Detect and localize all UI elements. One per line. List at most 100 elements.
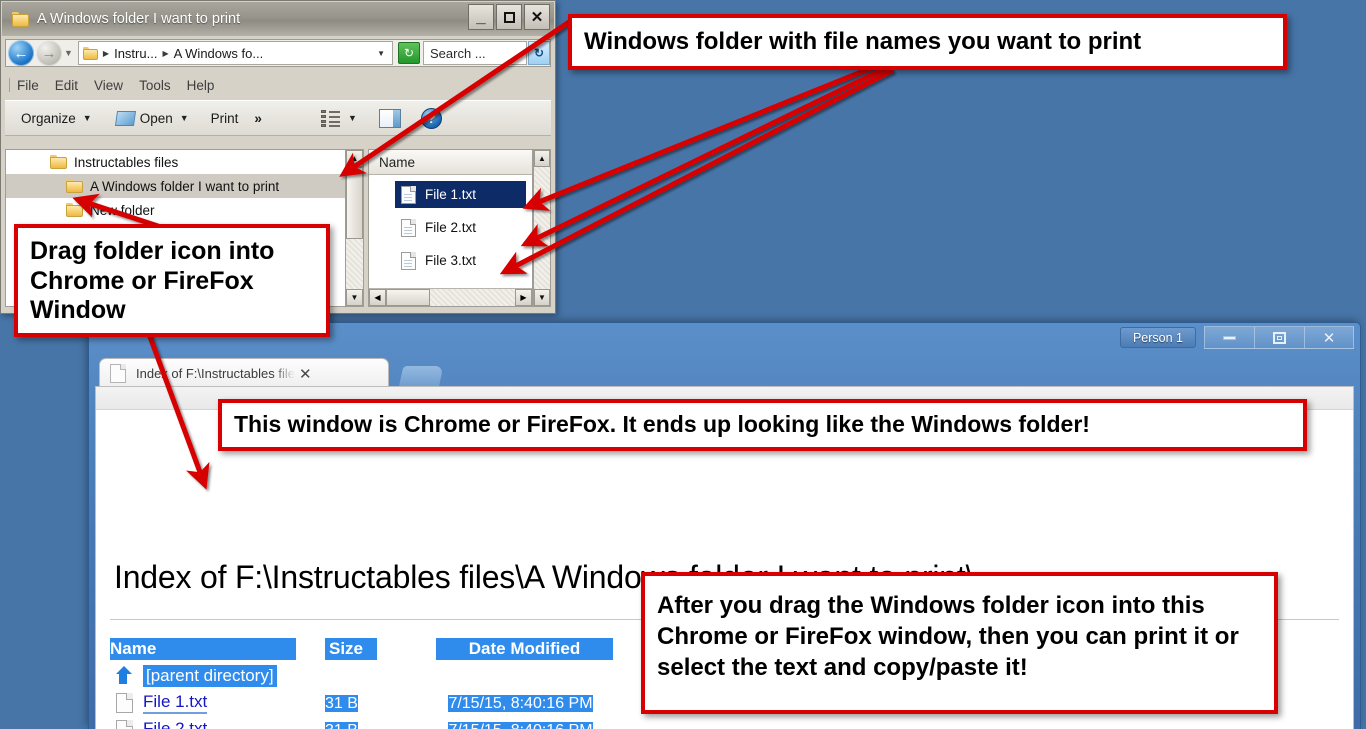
tree-item-instructables-files[interactable]: Instructables files [6, 150, 345, 174]
breadcrumb-item-0[interactable]: Instru... [114, 46, 157, 61]
back-button[interactable]: ← [8, 40, 34, 66]
scroll-left-icon[interactable]: ◀ [369, 289, 386, 306]
close-button[interactable]: ✕ [1304, 326, 1354, 349]
print-button[interactable]: Print [211, 111, 239, 126]
scroll-down-icon[interactable]: ▼ [346, 289, 363, 306]
scroll-up-icon[interactable]: ▲ [534, 150, 550, 167]
table-row[interactable]: File 1.txt 31 B 7/15/15, 8:40:16 PM [110, 689, 613, 716]
file-name: File 1.txt [425, 187, 477, 202]
tree-item-label: Instructables files [74, 154, 179, 170]
maximize-button[interactable] [496, 4, 522, 30]
menu-grip [9, 78, 10, 92]
open-icon [114, 110, 136, 126]
preview-pane-icon [378, 108, 401, 128]
breadcrumb-item-1[interactable]: A Windows fo... [174, 46, 264, 61]
open-button[interactable]: Open ▼ [114, 110, 189, 126]
tree-item-new-folder[interactable]: New folder [6, 198, 345, 222]
table-row[interactable]: File 2.txt 31 B 7/15/15, 8:40:16 PM [110, 716, 613, 729]
table-row-parent-directory[interactable]: [parent directory] [110, 662, 613, 689]
address-input[interactable]: ▶ Instru... ▶ A Windows fo... ▼ [77, 41, 393, 65]
scroll-thumb[interactable] [346, 167, 363, 239]
new-tab-button[interactable] [398, 366, 444, 388]
refresh-icon[interactable]: ↻ [398, 42, 420, 64]
scroll-track[interactable] [346, 239, 363, 289]
explorer-window-controls: _ ✕ [468, 4, 550, 30]
scroll-track[interactable] [534, 167, 550, 289]
up-arrow-icon [116, 665, 133, 686]
folder-icon [66, 203, 83, 217]
date-cell: 7/15/15, 8:40:16 PM [448, 694, 593, 712]
search-input[interactable]: Search ... [423, 41, 527, 65]
chevron-down-icon: ▼ [347, 113, 357, 123]
preview-pane-button[interactable] [378, 108, 401, 128]
file-item-file-3[interactable]: File 3.txt [395, 247, 526, 274]
column-header-name[interactable]: Name [110, 637, 296, 660]
menu-item-help[interactable]: Help [187, 78, 215, 93]
search-placeholder: Search ... [430, 45, 486, 61]
callout-drag-folder: Drag folder icon into Chrome or FireFox … [14, 224, 330, 337]
file-link[interactable]: File 2.txt [143, 719, 207, 729]
callout-after-you-drag: After you drag the Windows folder icon i… [641, 572, 1278, 714]
callout-text: After you drag the Windows folder icon i… [657, 592, 1239, 682]
menu-item-tools[interactable]: Tools [139, 78, 171, 93]
callout-this-window-is-chrome: This window is Chrome or FireFox. It end… [218, 399, 1307, 451]
browser-tab-strip: Index of F:\Instructables file ✕ [89, 356, 1360, 388]
file-item-file-1[interactable]: File 1.txt [395, 181, 526, 208]
search-icon[interactable]: ↻ [528, 41, 550, 65]
chevron-down-icon: ▼ [179, 113, 189, 123]
desktop-background: A Windows folder I want to print _ ✕ ← →… [0, 0, 1366, 729]
file-list-scrollbar[interactable]: ▲ ▼ [533, 149, 551, 307]
file-list-horizontal-scrollbar[interactable]: ◀ ▶ [369, 288, 532, 306]
minimize-button[interactable] [1204, 326, 1254, 349]
page-icon [110, 364, 126, 383]
person-button[interactable]: Person 1 [1119, 327, 1196, 348]
tree-item-a-windows-folder-i-want-to-print[interactable]: A Windows folder I want to print [6, 174, 345, 198]
browser-tab[interactable]: Index of F:\Instructables file ✕ [99, 358, 389, 388]
callout-text: Windows folder with file names you want … [584, 27, 1142, 55]
organize-button[interactable]: Organize ▼ [21, 111, 92, 126]
scroll-thumb[interactable] [386, 289, 430, 306]
file-name: File 2.txt [425, 220, 477, 235]
open-label: Open [139, 110, 173, 126]
tree-item-label: New folder [90, 202, 155, 218]
scroll-right-icon[interactable]: ▶ [515, 289, 532, 306]
forward-button[interactable]: → [36, 40, 62, 66]
tree-pane-scrollbar[interactable]: ▲ ▼ [346, 149, 364, 307]
scroll-track[interactable] [430, 289, 515, 306]
menu-item-file[interactable]: File [17, 78, 39, 93]
chevron-right-icon: ▶ [162, 48, 169, 58]
file-list-header[interactable]: Name [369, 150, 532, 175]
close-icon[interactable]: ✕ [299, 365, 312, 383]
minimize-button[interactable]: _ [468, 4, 494, 30]
print-label: Print [210, 110, 239, 126]
file-link[interactable]: File 1.txt [143, 692, 208, 714]
date-cell: 7/15/15, 8:40:16 PM [448, 721, 593, 729]
file-item-file-2[interactable]: File 2.txt [395, 214, 526, 241]
file-list-pane[interactable]: Name File 1.txt File 2.txt File 3.txt ◀ … [368, 149, 533, 307]
file-list-body[interactable]: File 1.txt File 2.txt File 3.txt [369, 175, 532, 288]
explorer-title-bar: A Windows folder I want to print _ ✕ [2, 2, 554, 36]
browser-window-controls: ✕ [1204, 326, 1354, 349]
close-button[interactable]: ✕ [524, 4, 550, 30]
scroll-down-icon[interactable]: ▼ [534, 289, 550, 306]
size-cell: 31 B [325, 694, 358, 712]
column-header-date-modified[interactable]: Date Modified [436, 637, 613, 660]
text-file-icon [401, 218, 416, 237]
change-view-button[interactable]: ▼ [320, 109, 357, 127]
folder-icon [12, 11, 29, 27]
maximize-button[interactable] [1254, 326, 1304, 349]
chevron-down-icon[interactable]: ▼ [370, 49, 392, 58]
menu-item-view[interactable]: View [94, 78, 123, 93]
column-header-size[interactable]: Size [325, 637, 377, 660]
text-file-icon [401, 251, 416, 270]
table-header-row: Name Size Date Modified [110, 635, 613, 662]
scroll-up-icon[interactable]: ▲ [346, 150, 363, 167]
menu-item-edit[interactable]: Edit [55, 78, 78, 93]
toolbar-overflow-button[interactable]: » [254, 111, 262, 126]
file-icon [116, 719, 133, 729]
parent-directory-link[interactable]: [parent directory] [143, 664, 277, 687]
file-icon [116, 692, 133, 713]
history-dropdown-icon[interactable]: ▼ [64, 48, 73, 58]
help-button[interactable]: ? [420, 107, 442, 129]
explorer-menu-bar: File Edit View Tools Help [5, 73, 551, 97]
